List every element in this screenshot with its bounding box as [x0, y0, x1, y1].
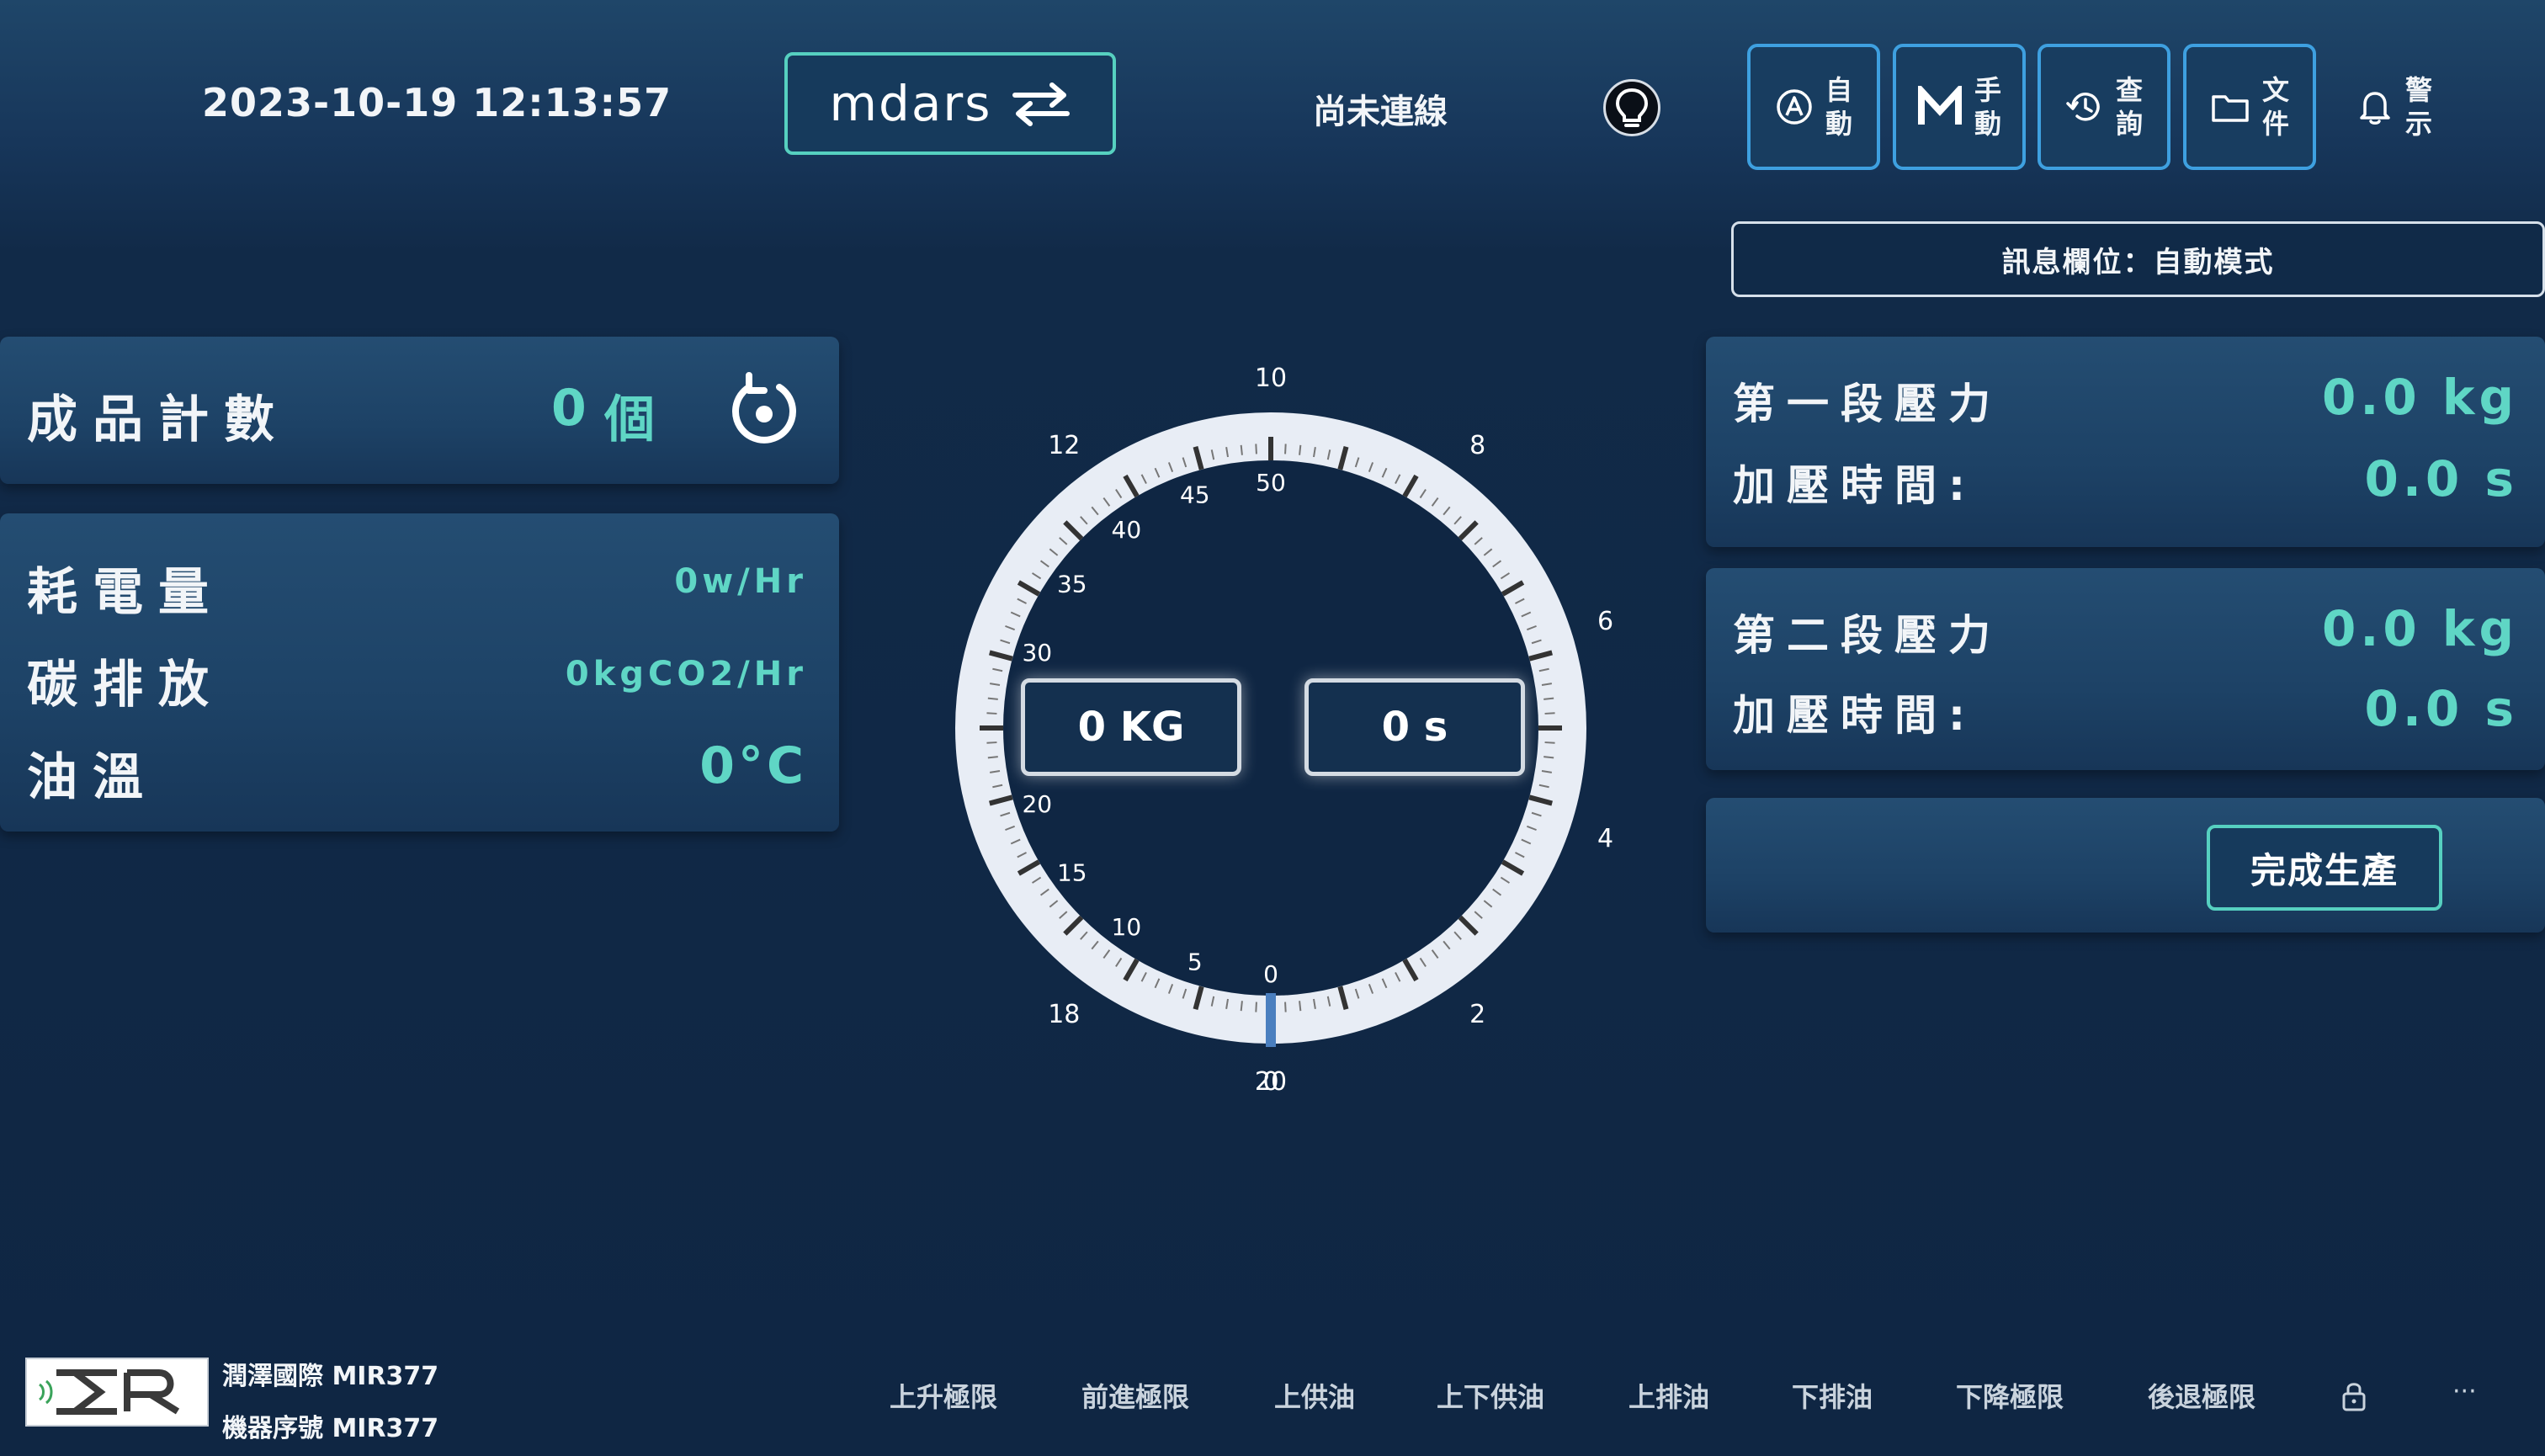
gauge-inner-label: 35: [1057, 570, 1087, 598]
stage1-pressure-value: 0.0 kg: [2321, 369, 2518, 426]
stage1-pressure-label: 第一段壓力: [1733, 380, 2002, 428]
status-lower-limit: 下降極限: [1956, 1381, 2064, 1413]
gauge-tick: [1284, 444, 1287, 454]
query-label-2: 詢: [2115, 108, 2143, 140]
oil-temp-label: 油溫: [27, 748, 158, 807]
lightbulb-icon[interactable]: [1603, 79, 1660, 136]
folder-icon: [2212, 95, 2249, 122]
carbon-label: 碳排放: [27, 656, 224, 715]
gauge-tick: [1299, 1001, 1302, 1012]
gauge-inner-label: 40: [1112, 516, 1142, 544]
gauge-tick: [1544, 712, 1555, 715]
product-count-card: 成品計數 0 個: [0, 337, 839, 484]
power-value: 0w/Hr: [674, 562, 807, 601]
manual-m-icon: [1917, 86, 1962, 125]
gauge-outer-label: 4: [1597, 824, 1613, 853]
gauge-inner-label: 30: [1022, 639, 1052, 667]
gauge-inner-label: 10: [1112, 913, 1142, 941]
auto-mode-label-2: 動: [1825, 108, 1852, 140]
status-forward-limit: 前進極限: [1081, 1381, 1190, 1413]
status-updown-oil-supply: 上下供油: [1437, 1381, 1545, 1413]
gauge-inner-label: 20: [1022, 790, 1052, 818]
gauge-outer-label: 8: [1469, 431, 1485, 460]
stage2-time-label: 加壓時間:: [1733, 691, 1977, 740]
product-count-label: 成品計數: [27, 391, 290, 449]
document-label-1: 文: [2261, 74, 2289, 106]
manual-mode-label-1: 手: [1974, 74, 2001, 106]
auto-mode-button[interactable]: 自 動: [1747, 44, 1880, 170]
company-info: 潤澤國際 MIR377 機器序號 MIR377: [222, 1351, 438, 1455]
status-upper-limit: 上升極限: [890, 1381, 998, 1413]
bell-icon: [2360, 92, 2390, 125]
time-display: 0 s: [1304, 678, 1525, 776]
energy-card: 耗電量 0w/Hr 碳排放 0kgCO2/Hr 油溫 0°C: [0, 513, 839, 832]
document-button[interactable]: 文 件: [2183, 44, 2316, 170]
product-count-unit: 個: [604, 391, 655, 449]
gauge-tick: [1255, 444, 1257, 454]
product-count-value: 0: [551, 379, 587, 438]
gauge-outer-label: 6: [1597, 607, 1613, 636]
finish-production-button[interactable]: 完成生產: [2207, 825, 2442, 911]
gauge-tick: [1544, 741, 1555, 744]
oil-temp-value: 0°C: [699, 736, 807, 795]
stage2-pressure-label: 第二段壓力: [1733, 611, 2002, 660]
datetime: 2023-10-19 12:13:57: [202, 80, 672, 125]
carbon-value: 0kgCO2/Hr: [565, 655, 807, 693]
history-icon: [2066, 93, 2100, 121]
gauge-outer-label: 18: [1048, 1000, 1080, 1029]
more-icon[interactable]: ···: [2452, 1377, 2477, 1406]
gauge-tick: [1240, 1001, 1243, 1012]
gauge-outer-label: 2: [1469, 1000, 1485, 1029]
manual-mode-button[interactable]: 手 動: [1893, 44, 2026, 170]
gauge-tick: [1255, 1002, 1257, 1012]
alert-button[interactable]: 警 示: [2328, 44, 2461, 170]
power-label: 耗電量: [27, 563, 224, 622]
alert-label-2: 示: [2404, 108, 2432, 140]
company-logo: [25, 1358, 209, 1427]
gauge-outer-label: 10: [1255, 364, 1287, 393]
alert-label-1: 警: [2404, 74, 2432, 106]
gauge-tick: [1240, 444, 1243, 455]
gauge-tick: [986, 712, 997, 715]
stage2-pressure-value: 0.0 kg: [2321, 600, 2518, 657]
status-upper-oil-drain: 上排油: [1628, 1381, 1710, 1413]
gauge-inner-label: 15: [1057, 859, 1087, 887]
gauge-inner-label: 45: [1180, 481, 1210, 508]
gauge-inner-label: 0: [1263, 960, 1278, 988]
manual-mode-label-2: 動: [1974, 108, 2001, 140]
stage2-card: 第二段壓力 0.0 kg 加壓時間: 0.0 s: [1706, 568, 2545, 770]
stage2-time-value: 0.0 s: [2364, 680, 2518, 737]
status-upper-oil-supply: 上供油: [1274, 1381, 1356, 1413]
stage1-time-label: 加壓時間:: [1733, 461, 1977, 510]
connection-status: 尚未連線: [1313, 93, 1448, 131]
stage1-time-value: 0.0 s: [2364, 450, 2518, 507]
gauge-outer-label: 12: [1048, 431, 1080, 460]
status-lower-oil-drain: 下排油: [1792, 1381, 1873, 1413]
message-bar: 訊息欄位：自動模式: [1731, 221, 2545, 297]
auto-mode-label-1: 自: [1825, 74, 1852, 106]
connection-button-label: mdars: [829, 75, 992, 132]
company-name: 潤澤國際 MIR377: [222, 1362, 439, 1391]
query-label-1: 查: [2115, 74, 2143, 106]
gauge-inner-label: 5: [1187, 949, 1203, 976]
machine-serial: 機器序號 MIR377: [222, 1414, 439, 1443]
gauge-outer-label: 20: [1255, 1067, 1287, 1097]
connection-button[interactable]: mdars: [784, 52, 1116, 155]
gauge-tick: [1284, 1002, 1287, 1012]
weight-display: 0 KG: [1021, 678, 1241, 776]
gauge-inner-label: 50: [1256, 469, 1286, 497]
stage1-card: 第一段壓力 0.0 kg 加壓時間: 0.0 s: [1706, 337, 2545, 547]
auto-a-icon: [1777, 89, 1812, 125]
gauge-tick: [1299, 444, 1302, 455]
reset-icon[interactable]: [724, 369, 805, 453]
status-backward-limit: 後退極限: [2148, 1381, 2256, 1413]
lock-icon[interactable]: [2341, 1380, 2367, 1416]
gauge-tick: [986, 741, 997, 744]
document-label-2: 件: [2261, 108, 2289, 140]
gauge-needle: [1266, 993, 1276, 1047]
query-button[interactable]: 查 詢: [2038, 44, 2170, 170]
swap-arrows-icon: [1012, 82, 1071, 126]
